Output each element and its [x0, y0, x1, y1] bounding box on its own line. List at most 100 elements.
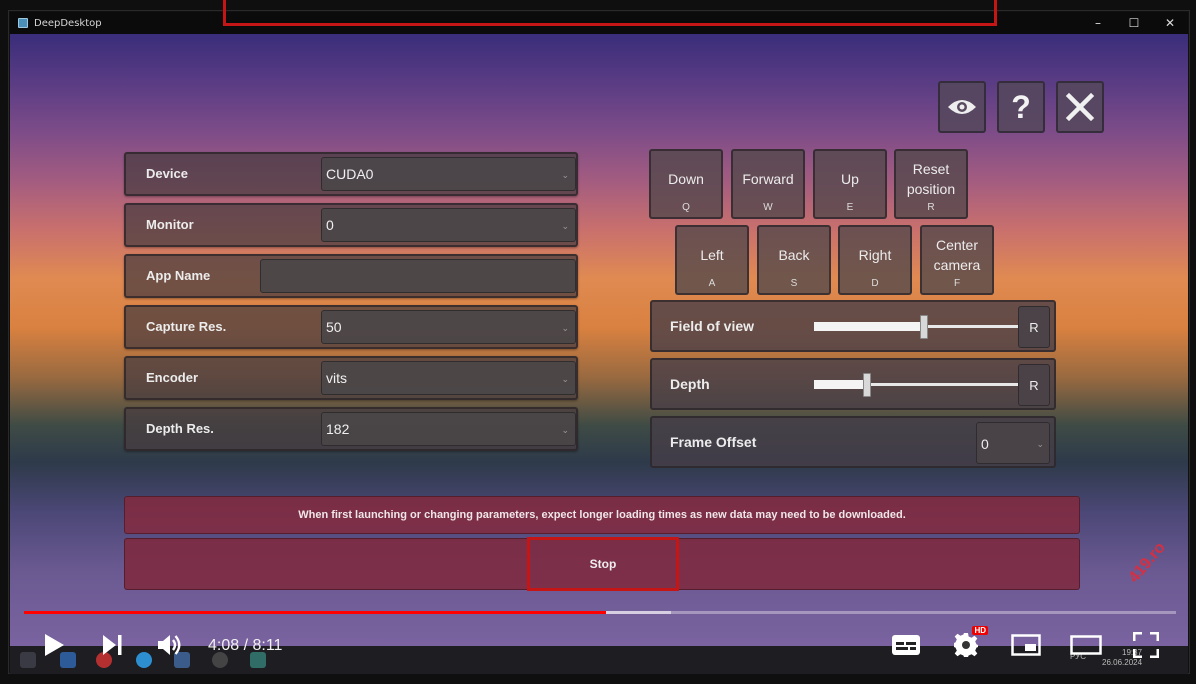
monitor-value: 0 [326, 217, 334, 233]
settings-button[interactable]: HD [948, 626, 988, 660]
key-label: Back [778, 247, 810, 263]
key-label: Right [858, 247, 892, 263]
depth-fill [814, 380, 868, 389]
eye-icon [948, 100, 976, 114]
chevron-down-icon: ⌄ [561, 374, 569, 384]
device-select[interactable]: CUDA0 ⌄ [321, 157, 576, 191]
watermark: 419.ro [1125, 539, 1169, 587]
app-canvas: ? Device CUDA0 ⌄ Monitor 0 ⌄ App Name Ca… [10, 34, 1188, 646]
depth-reset-button[interactable]: R [1018, 364, 1050, 406]
key-down-button[interactable]: Down Q [649, 149, 723, 219]
depth-label: Depth [670, 376, 710, 392]
fullscreen-icon [1133, 632, 1159, 658]
key-left-button[interactable]: Left A [675, 225, 749, 295]
key-hotkey: W [763, 202, 773, 213]
setting-row-capture-res: Capture Res. 50 ⌄ [124, 305, 578, 349]
video-time: 4:08 / 8:11 [208, 637, 283, 654]
device-value: CUDA0 [326, 166, 374, 182]
stop-button[interactable]: Stop [527, 537, 679, 591]
key-label: Down [668, 171, 704, 187]
capture-res-value: 50 [326, 319, 342, 335]
theater-icon [1070, 635, 1102, 655]
minimize-button[interactable]: – [1080, 12, 1116, 34]
subtitles-button[interactable] [888, 630, 924, 660]
fov-slider[interactable] [814, 315, 1018, 339]
close-app-button[interactable] [1056, 81, 1104, 133]
window-title: DeepDesktop [34, 17, 102, 29]
chevron-down-icon: ⌄ [1036, 439, 1044, 449]
setting-row-monitor: Monitor 0 ⌄ [124, 203, 578, 247]
app-name-input[interactable] [260, 259, 576, 293]
chevron-down-icon: ⌄ [561, 170, 569, 180]
capture-res-select[interactable]: 50 ⌄ [321, 310, 576, 344]
capture-res-label: Capture Res. [146, 319, 227, 334]
frame-offset-select[interactable]: 0 ⌄ [976, 422, 1050, 464]
depth-res-value: 182 [326, 421, 350, 437]
depth-thumb[interactable] [863, 373, 872, 397]
key-label: Reset position [906, 161, 956, 197]
play-button[interactable] [36, 630, 72, 660]
fov-label: Field of view [670, 318, 755, 334]
key-right-button[interactable]: Right D [838, 225, 912, 295]
progress-played [24, 611, 606, 614]
preview-toggle-button[interactable] [938, 81, 986, 133]
stop-bar: Stop [124, 537, 1080, 591]
encoder-select[interactable]: vits ⌄ [321, 361, 576, 395]
key-hotkey: D [871, 278, 879, 289]
setting-row-app-name: App Name [124, 254, 578, 298]
play-icon [45, 634, 64, 656]
depth-slider[interactable] [814, 373, 1018, 397]
next-icon [103, 635, 122, 655]
setting-row-encoder: Encoder vits ⌄ [124, 356, 578, 400]
setting-row-depth-res: Depth Res. 182 ⌄ [124, 407, 578, 451]
close-window-button[interactable]: ✕ [1152, 12, 1188, 34]
key-hotkey: S [790, 278, 798, 289]
video-progress-bar[interactable] [24, 611, 1176, 614]
fov-row: Field of view R [650, 300, 1056, 352]
frame-offset-row: Frame Offset 0 ⌄ [650, 416, 1056, 468]
key-reset-position-button[interactable]: Reset position R [894, 149, 968, 219]
maximize-button[interactable]: ☐ [1116, 12, 1152, 34]
volume-button[interactable] [152, 630, 188, 660]
chevron-down-icon: ⌄ [561, 221, 569, 231]
encoder-label: Encoder [146, 370, 199, 385]
monitor-select[interactable]: 0 ⌄ [321, 208, 576, 242]
key-label: Forward [742, 171, 794, 187]
key-back-button[interactable]: Back S [757, 225, 831, 295]
loading-notice: When first launching or changing paramet… [124, 496, 1080, 534]
key-hotkey: R [927, 202, 935, 213]
frame-offset-value: 0 [981, 436, 989, 452]
key-hotkey: Q [682, 202, 690, 213]
depth-res-select[interactable]: 182 ⌄ [321, 412, 576, 446]
fullscreen-button[interactable] [1128, 630, 1164, 660]
key-up-button[interactable]: Up E [813, 149, 887, 219]
fov-reset-button[interactable]: R [1018, 306, 1050, 348]
key-forward-button[interactable]: Forward W [731, 149, 805, 219]
key-hotkey: E [846, 202, 854, 213]
key-label: Up [841, 171, 859, 187]
app-name-label: App Name [146, 268, 211, 283]
key-hotkey: F [953, 278, 961, 289]
miniplayer-button[interactable] [1008, 630, 1044, 660]
theater-button[interactable] [1068, 630, 1104, 660]
depth-res-label: Depth Res. [146, 421, 214, 436]
key-hotkey: A [708, 278, 716, 289]
fov-thumb[interactable] [920, 315, 929, 339]
key-label: Center camera [933, 237, 981, 273]
volume-icon [158, 635, 181, 655]
subtitles-icon [892, 635, 920, 655]
help-button[interactable]: ? [997, 81, 1045, 133]
app-icon [18, 18, 28, 28]
hd-badge: HD [972, 626, 988, 635]
device-label: Device [146, 166, 188, 181]
highlight-box-top [223, 0, 997, 26]
chevron-down-icon: ⌄ [561, 425, 569, 435]
miniplayer-icon [1011, 634, 1041, 656]
chevron-down-icon: ⌄ [561, 323, 569, 333]
next-button[interactable] [94, 630, 130, 660]
setting-row-device: Device CUDA0 ⌄ [124, 152, 578, 196]
key-center-camera-button[interactable]: Center camera F [920, 225, 994, 295]
key-label: Left [700, 247, 724, 263]
fov-fill [814, 322, 925, 331]
player-controls: 4:08 / 8:11 HD [0, 620, 1196, 670]
